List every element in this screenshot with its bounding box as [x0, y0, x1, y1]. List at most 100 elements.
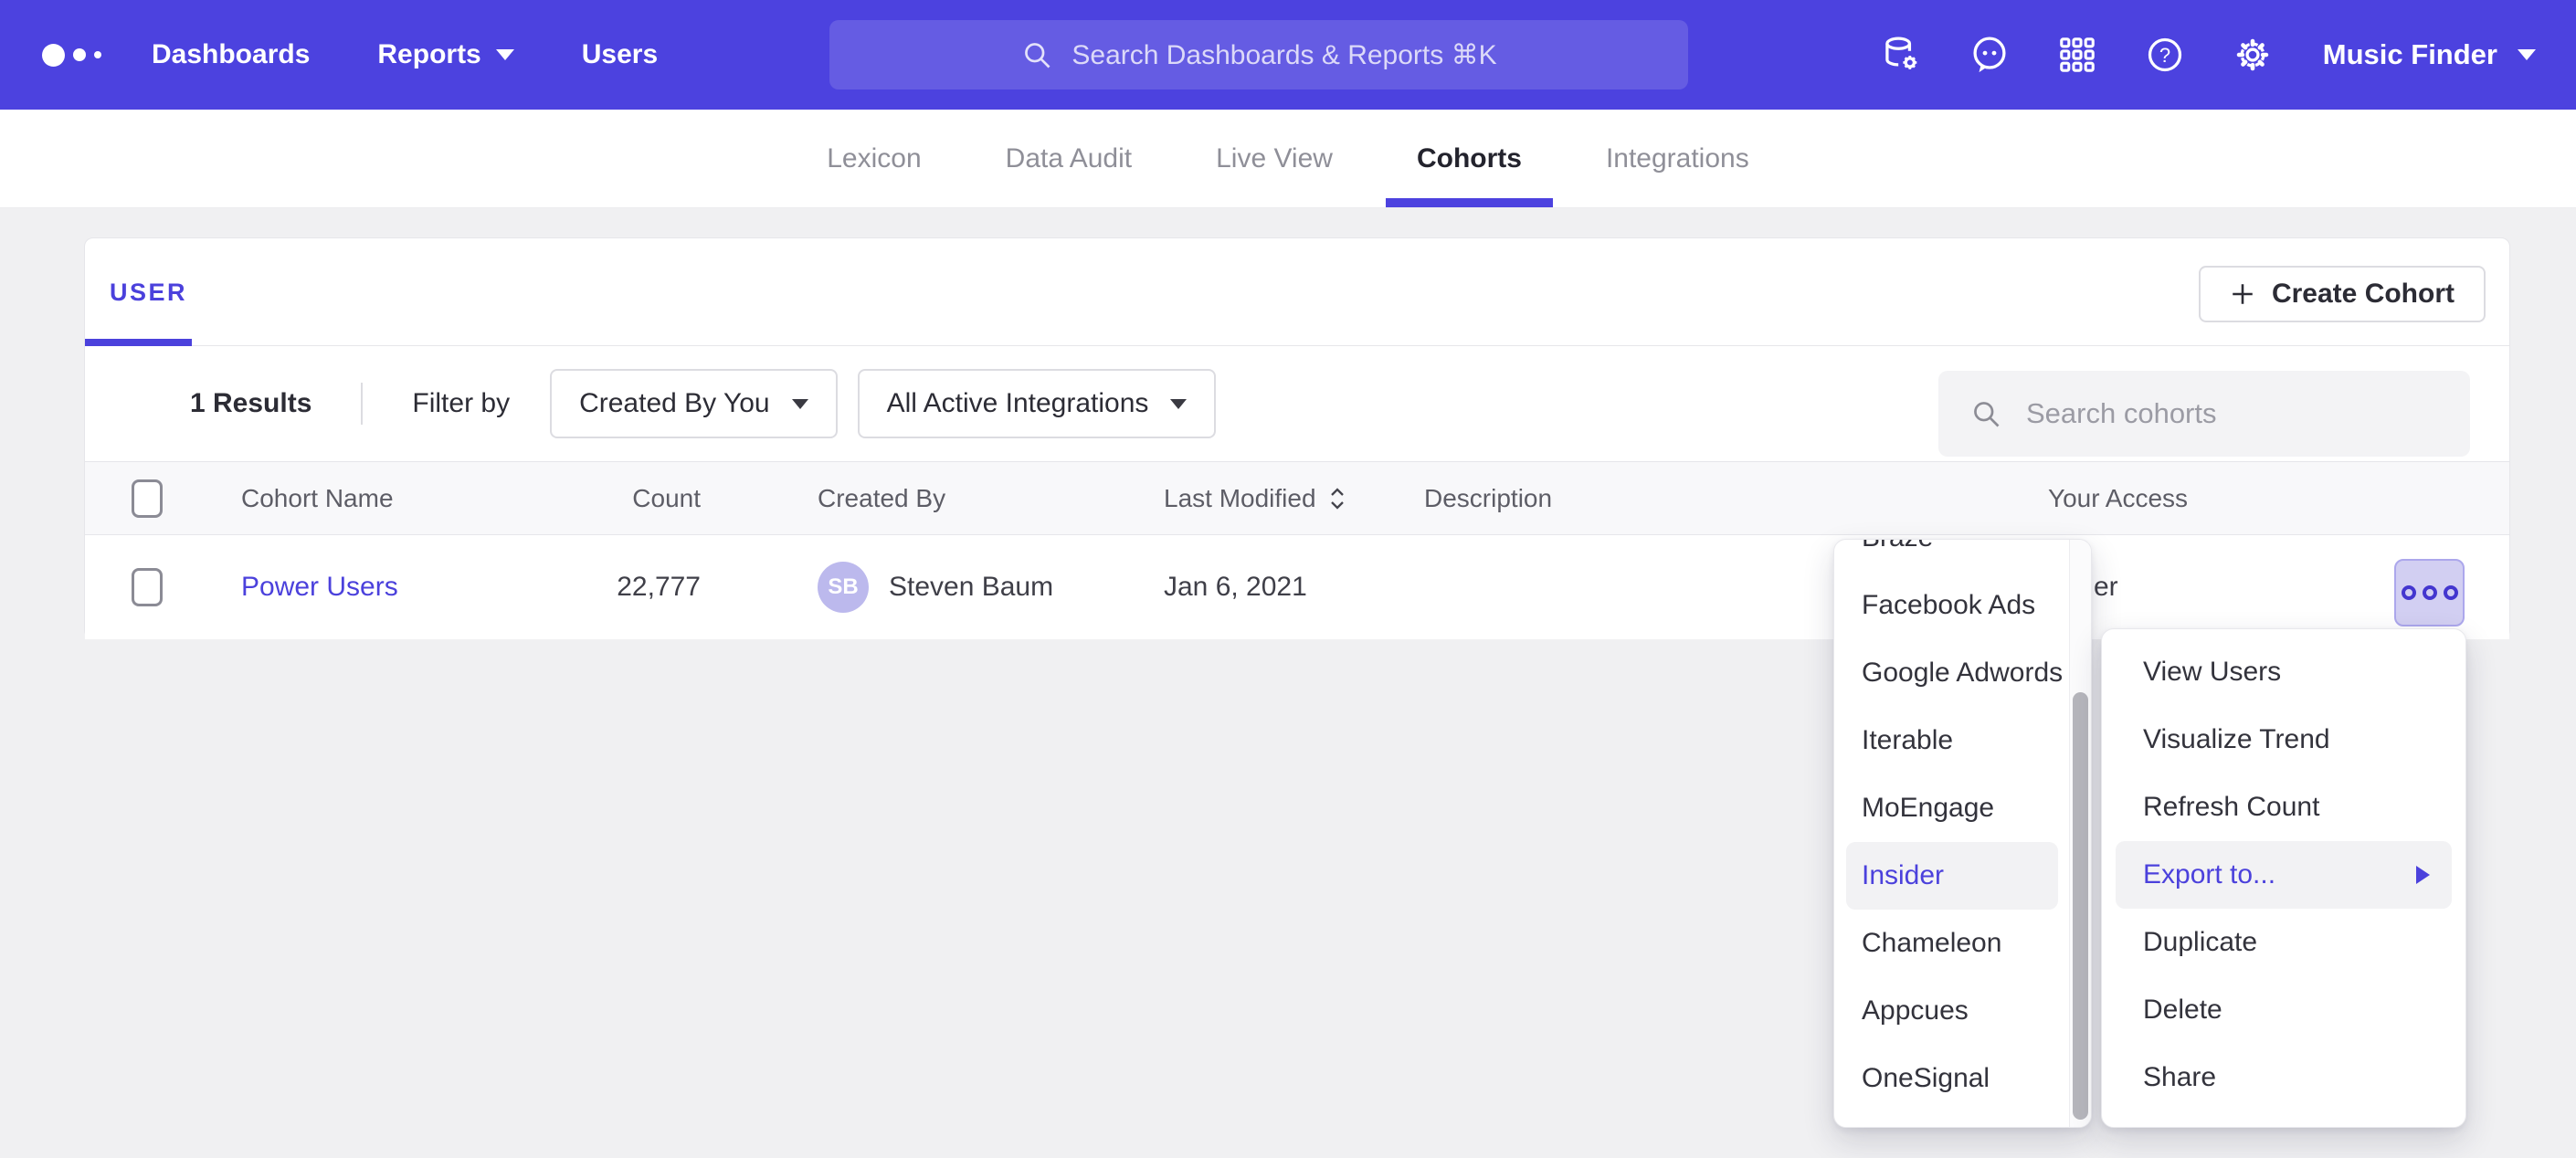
section-tab[interactable]: Data Audit — [1006, 110, 1132, 207]
context-menu-item[interactable]: Refresh Count — [2102, 774, 2465, 841]
section-tab[interactable]: Cohorts — [1417, 110, 1522, 207]
project-name: Music Finder — [2323, 38, 2497, 71]
create-cohort-button[interactable]: Create Cohort — [2199, 266, 2486, 322]
cohort-name-link[interactable]: Power Users — [241, 572, 398, 603]
column-your-access[interactable]: Your Access — [2048, 484, 2188, 513]
global-search-button[interactable]: Search Dashboards & Reports ⌘K — [829, 20, 1688, 89]
nav-item-dashboards[interactable]: Dashboards — [152, 39, 310, 70]
export-destination-item[interactable]: Appcues — [1834, 977, 2071, 1045]
nav-item-users-label: Users — [582, 39, 658, 70]
export-destination-label: Braze — [1862, 539, 1933, 553]
context-menu-item[interactable]: Export to... — [2116, 841, 2452, 909]
filter-toolbar: 1 Results Filter by Created By You All A… — [85, 346, 2509, 462]
context-menu-item[interactable]: View Users — [2102, 638, 2465, 706]
row-checkbox-cell — [132, 568, 163, 606]
column-last-modified[interactable]: Last Modified — [1164, 484, 1347, 513]
table-header: Cohort Name Count Created By Last Modifi… — [85, 462, 2509, 535]
export-submenu-list: Braze Facebook Ads Google Adwords Iterab… — [1834, 539, 2071, 1112]
column-description[interactable]: Description — [1424, 484, 1552, 513]
navbar-right-group: ? Music Finder — [1877, 0, 2536, 110]
context-menu-item-label: Share — [2143, 1062, 2216, 1093]
export-destination-item[interactable]: OneSignal — [1834, 1045, 2071, 1112]
chevron-down-icon — [1170, 399, 1187, 409]
column-cohort-name[interactable]: Cohort Name — [241, 484, 394, 513]
nav-item-reports[interactable]: Reports — [377, 39, 513, 70]
column-last-modified-label: Last Modified — [1164, 484, 1316, 513]
context-menu-item-label: Visualize Trend — [2143, 724, 2330, 755]
row-actions-button[interactable] — [2394, 559, 2465, 626]
submenu-scrollbar-thumb[interactable] — [2073, 692, 2088, 1120]
export-destination-label: OneSignal — [1862, 1063, 1990, 1094]
results-count: 1 Results — [190, 388, 311, 419]
section-tab[interactable]: Live View — [1216, 110, 1333, 207]
cohort-search-input[interactable] — [2026, 397, 2439, 430]
select-all-checkbox[interactable] — [132, 479, 163, 518]
tab-user-cohorts[interactable]: USER — [110, 279, 187, 307]
settings-icon[interactable] — [2228, 30, 2277, 79]
dot-icon — [2402, 585, 2416, 600]
chevron-down-icon — [792, 399, 808, 409]
export-destination-label: Appcues — [1862, 995, 1969, 1026]
cohorts-panel: USER Create Cohort 1 Results Filter by C… — [84, 237, 2510, 639]
chevron-down-icon — [496, 49, 514, 60]
logo-dot-small — [94, 51, 101, 58]
export-destination-item[interactable]: Google Adwords — [1834, 639, 2071, 707]
cohort-type-tabs: USER Create Cohort — [85, 238, 2509, 346]
top-navbar: Dashboards Reports Users Search Dashboar… — [0, 0, 2576, 110]
divider — [361, 383, 363, 425]
created-by-dropdown[interactable]: Created By You — [550, 369, 838, 438]
dot-icon — [2444, 585, 2458, 600]
section-tab[interactable]: Lexicon — [827, 110, 921, 207]
context-menu-item-label: Export to... — [2143, 859, 2275, 890]
nav-item-dashboards-label: Dashboards — [152, 39, 310, 70]
sort-icon[interactable] — [1327, 485, 1347, 512]
search-icon — [1969, 397, 2002, 430]
table-row: Power Users 22,777 SB Steven Baum Jan 6,… — [85, 535, 2509, 639]
cohort-count: 22,777 — [617, 572, 701, 603]
context-menu-item[interactable]: Duplicate — [2102, 909, 2465, 976]
create-cohort-label: Create Cohort — [2272, 279, 2455, 310]
data-settings-icon[interactable] — [1877, 30, 1927, 79]
export-destination-item[interactable]: Facebook Ads — [1834, 572, 2071, 639]
plus-icon — [2230, 281, 2255, 307]
column-created-by[interactable]: Created By — [818, 484, 945, 513]
column-count[interactable]: Count — [632, 484, 701, 513]
nav-item-users[interactable]: Users — [582, 39, 658, 70]
nav-item-reports-label: Reports — [377, 39, 480, 70]
section-tab[interactable]: Integrations — [1606, 110, 1749, 207]
context-menu-item[interactable]: Share — [2102, 1044, 2465, 1111]
your-access-value-partial: er — [2094, 572, 2118, 603]
dot-icon — [2423, 585, 2437, 600]
integrations-dropdown[interactable]: All Active Integrations — [858, 369, 1217, 438]
row-context-menu: View Users Visualize Trend Refresh Count… — [2101, 628, 2466, 1128]
feedback-icon[interactable] — [1965, 30, 2014, 79]
logo-dot-large — [42, 44, 65, 67]
context-menu-item-label: Duplicate — [2143, 927, 2257, 958]
row-checkbox[interactable] — [132, 568, 163, 606]
apps-grid-icon[interactable] — [2053, 30, 2102, 79]
mixpanel-logo[interactable] — [42, 44, 152, 67]
avatar: SB — [818, 562, 869, 613]
cohort-search-field[interactable] — [1938, 371, 2470, 457]
export-destination-item[interactable]: MoEngage — [1834, 774, 2071, 842]
export-destination-label: Chameleon — [1862, 928, 2001, 959]
created-by-name: Steven Baum — [889, 572, 1053, 603]
export-destination-item[interactable]: Braze — [1834, 539, 2071, 572]
export-destination-item[interactable]: Insider — [1846, 842, 2058, 910]
export-destination-item[interactable]: Chameleon — [1834, 910, 2071, 977]
integrations-dropdown-value: All Active Integrations — [887, 388, 1149, 419]
project-selector[interactable]: Music Finder — [2323, 38, 2536, 71]
section-tabbar: Lexicon Data Audit Live View Cohorts Int… — [0, 110, 2576, 208]
context-menu-item-label: Delete — [2143, 995, 2222, 1026]
export-destination-label: MoEngage — [1862, 793, 1994, 824]
svg-text:?: ? — [2159, 44, 2170, 67]
context-menu-item[interactable]: Visualize Trend — [2102, 706, 2465, 774]
export-destination-label: Insider — [1862, 860, 1944, 891]
chevron-down-icon — [2518, 49, 2536, 60]
export-destination-item[interactable]: Iterable — [1834, 707, 2071, 774]
context-menu-item[interactable]: Delete — [2102, 976, 2465, 1044]
search-icon — [1020, 38, 1053, 71]
submenu-arrow-icon — [2416, 866, 2430, 884]
global-search-placeholder: Search Dashboards & Reports ⌘K — [1072, 39, 1496, 71]
help-icon[interactable]: ? — [2140, 30, 2190, 79]
